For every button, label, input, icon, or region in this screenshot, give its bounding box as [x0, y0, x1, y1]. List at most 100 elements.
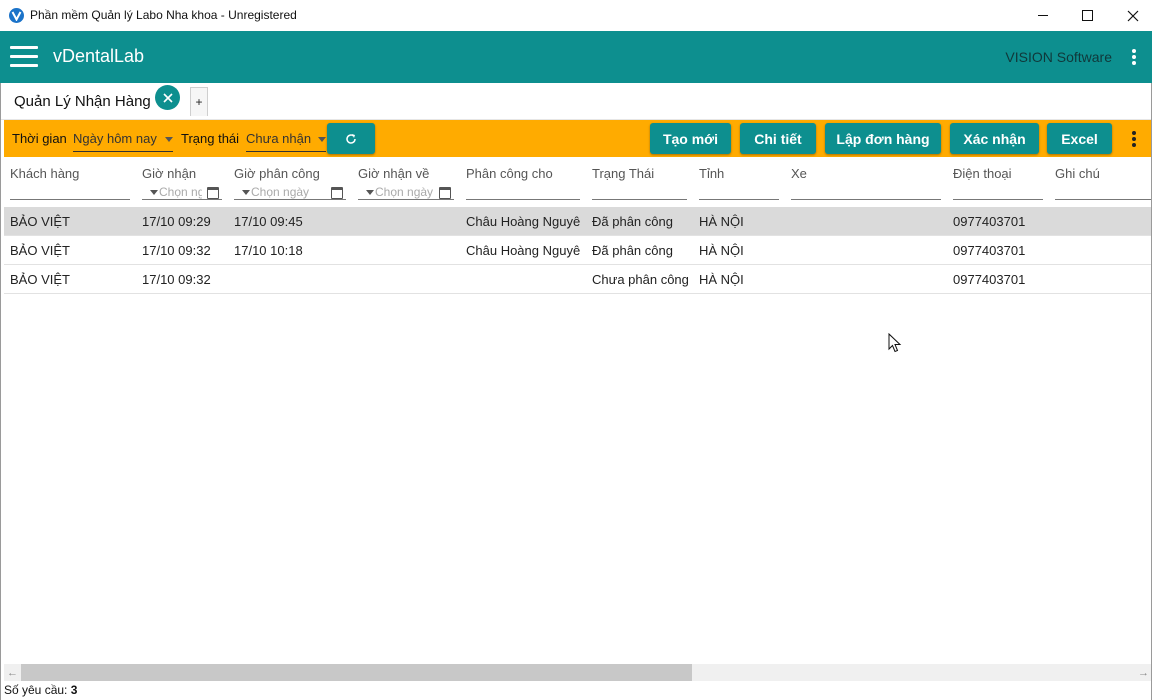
col-assigned-time[interactable]: Giờ phân công: [234, 166, 320, 181]
excel-button[interactable]: Excel: [1047, 123, 1112, 154]
cell-customer: BẢO VIỆT: [10, 243, 70, 258]
app-name: vDentalLab: [53, 46, 145, 66]
status-label: Trạng thái: [181, 131, 240, 146]
col-assigned-to[interactable]: Phân công cho: [466, 166, 553, 181]
col-customer[interactable]: Khách hàng: [10, 166, 79, 181]
more-vert-icon[interactable]: [1132, 49, 1136, 65]
col-province[interactable]: Tỉnh: [699, 166, 724, 181]
scroll-left-icon[interactable]: ←: [4, 664, 21, 681]
cell-phone: 0977403701: [953, 272, 1026, 287]
chevron-down-icon: [150, 190, 158, 196]
chevron-down-icon: [366, 190, 374, 196]
confirm-button[interactable]: Xác nhận: [950, 123, 1039, 154]
col-vehicle[interactable]: Xe: [791, 166, 807, 181]
detail-button[interactable]: Chi tiết: [740, 123, 816, 154]
assigned-time-filter[interactable]: Chọn ngày: [242, 185, 327, 205]
calendar-icon[interactable]: [439, 187, 451, 199]
customer-filter[interactable]: [10, 199, 130, 200]
province-filter[interactable]: [699, 199, 779, 200]
cell-customer: BẢO VIỆT: [10, 214, 70, 229]
note-filter[interactable]: [1055, 199, 1152, 200]
request-count: Số yêu cầu: 3: [4, 683, 77, 697]
cell-received-time: 17/10 09:32: [142, 272, 211, 287]
tab-label: Quản Lý Nhận Hàng: [14, 92, 151, 110]
mouse-cursor-icon: [888, 333, 902, 353]
returned-time-filter[interactable]: Chọn ngày: [366, 185, 434, 205]
status-select[interactable]: Chưa nhận: [246, 127, 326, 152]
tab-quan-ly-nhan-hang[interactable]: Quản Lý Nhận Hàng: [4, 86, 151, 116]
close-window-button[interactable]: [1110, 0, 1152, 31]
received-time-underline: [142, 199, 222, 200]
add-tab-button[interactable]: +: [190, 87, 208, 116]
table-row[interactable]: BẢO VIỆT 17/10 09:32 17/10 10:18 Châu Ho…: [4, 236, 1152, 265]
time-select-value: Ngày hôm nay: [73, 131, 157, 146]
maximize-button[interactable]: [1064, 0, 1110, 31]
cell-province: HÀ NỘI: [699, 243, 744, 258]
window-title: Phần mềm Quản lý Labo Nha khoa - Unregis…: [30, 8, 297, 22]
cell-status: Đã phân công: [592, 214, 673, 229]
window-border-left: [0, 83, 1, 700]
col-returned-time[interactable]: Giờ nhận về: [358, 166, 429, 181]
maximize-icon: [1081, 10, 1093, 21]
status-select-value: Chưa nhận: [246, 131, 312, 146]
app-header: vDentalLab VISION Software: [0, 31, 1152, 83]
cell-assigned-time: 17/10 10:18: [234, 243, 303, 258]
calendar-icon[interactable]: [331, 187, 343, 199]
menu-icon[interactable]: [10, 46, 38, 68]
table-row[interactable]: BẢO VIỆT 17/10 09:29 17/10 09:45 Châu Ho…: [4, 207, 1152, 236]
assigned-time-underline: [234, 199, 346, 200]
toolbar: Thời gian Ngày hôm nay Trạng thái Chưa n…: [4, 120, 1152, 157]
refresh-icon: [346, 133, 356, 144]
phone-filter[interactable]: [953, 199, 1043, 200]
col-note[interactable]: Ghi chú: [1055, 166, 1100, 181]
vehicle-filter[interactable]: [791, 199, 941, 200]
more-vert-icon[interactable]: [1132, 131, 1136, 147]
scroll-right-icon[interactable]: →: [1135, 664, 1152, 681]
grid-header: Khách hàng Giờ nhận Chọn ngày Giờ phân c…: [4, 157, 1152, 207]
minimize-icon: [1038, 15, 1048, 16]
minimize-button[interactable]: [1020, 0, 1066, 31]
cell-status: Đã phân công: [592, 243, 673, 258]
create-button[interactable]: Tạo mới: [650, 123, 731, 154]
chevron-down-icon: [242, 190, 250, 196]
cell-assigned-to: Châu Hoàng Nguyên: [466, 214, 580, 229]
col-received-time[interactable]: Giờ nhận: [142, 166, 196, 181]
col-phone[interactable]: Điện thoại: [953, 166, 1012, 181]
close-icon: [1127, 10, 1139, 21]
cell-assigned-time: 17/10 09:45: [234, 214, 303, 229]
chevron-down-icon: [318, 137, 326, 142]
cell-customer: BẢO VIỆT: [10, 272, 70, 287]
cell-assigned-to: Châu Hoàng Nguyên: [466, 243, 580, 258]
vendor-name: VISION Software: [1005, 49, 1112, 65]
calendar-icon[interactable]: [207, 187, 219, 199]
close-icon: [162, 92, 173, 103]
request-count-label: Số yêu cầu:: [4, 683, 68, 697]
assigned-to-filter[interactable]: [466, 199, 580, 200]
table-row[interactable]: BẢO VIỆT 17/10 09:32 Chưa phân công HÀ N…: [4, 265, 1152, 294]
cell-province: HÀ NỘI: [699, 214, 744, 229]
refresh-button[interactable]: [327, 123, 375, 154]
received-time-filter[interactable]: Chọn ngày: [150, 185, 202, 205]
cell-phone: 0977403701: [953, 243, 1026, 258]
time-label: Thời gian: [12, 131, 67, 146]
window-titlebar: Phần mềm Quản lý Labo Nha khoa - Unregis…: [0, 0, 1152, 31]
request-count-value: 3: [70, 683, 78, 697]
tab-strip: Quản Lý Nhận Hàng +: [0, 83, 1152, 120]
returned-time-placeholder: Chọn ngày: [375, 185, 434, 199]
cell-province: HÀ NỘI: [699, 272, 744, 287]
chevron-down-icon: [165, 137, 173, 142]
make-order-button[interactable]: Lập đơn hàng: [825, 123, 941, 154]
horizontal-scrollbar[interactable]: ← →: [4, 664, 1152, 681]
assigned-time-placeholder: Chọn ngày: [251, 185, 310, 199]
cell-received-time: 17/10 09:32: [142, 243, 211, 258]
tab-close-button[interactable]: [155, 85, 180, 110]
cell-status: Chưa phân công: [592, 272, 689, 287]
scrollbar-thumb[interactable]: [21, 664, 692, 681]
returned-time-underline: [358, 199, 454, 200]
cell-received-time: 17/10 09:29: [142, 214, 211, 229]
cell-phone: 0977403701: [953, 214, 1026, 229]
received-time-placeholder: Chọn ngày: [159, 185, 202, 199]
status-filter[interactable]: [592, 199, 687, 200]
time-select[interactable]: Ngày hôm nay: [73, 127, 173, 152]
col-status[interactable]: Trạng Thái: [592, 166, 654, 181]
